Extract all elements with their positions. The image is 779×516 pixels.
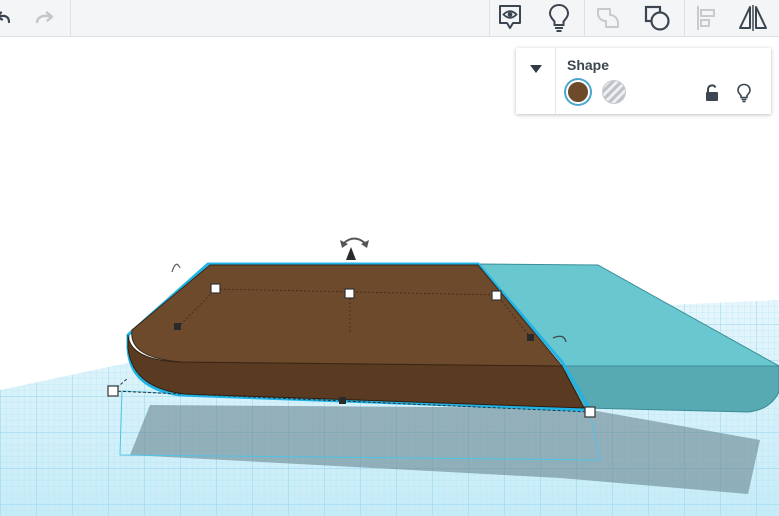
group-button[interactable] [590,0,626,36]
resize-handle[interactable] [107,385,119,397]
resize-handle[interactable] [491,290,502,301]
edge-handle[interactable] [339,397,346,404]
ungroup-shape-icon [644,5,670,31]
unlock-icon [706,84,718,101]
redo-button[interactable] [32,0,58,36]
align-button[interactable] [692,0,720,36]
redo-icon [35,11,54,24]
solid-color-swatch[interactable] [566,80,590,104]
toolbar-divider [489,0,490,36]
show-all-button[interactable] [541,0,577,36]
edge-handle[interactable] [174,323,181,330]
toolbar-divider [684,0,685,36]
rotate-handle[interactable] [171,263,181,273]
panel-collapse-button[interactable] [516,48,556,114]
group-shape-icon [597,8,619,28]
undo-icon [0,11,11,24]
mirror-icon [739,5,767,31]
mirror-button[interactable] [735,0,771,36]
undo-button[interactable] [0,0,16,36]
lightbulb-icon [737,83,751,103]
top-toolbar [0,0,779,37]
toolbar-divider [70,0,71,36]
hole-swatch[interactable] [602,80,626,104]
resize-handle[interactable] [344,288,355,299]
rotate-handle[interactable] [340,237,369,249]
panel-title: Shape [567,57,610,73]
ungroup-button[interactable] [638,0,676,36]
eye-speech-icon [499,5,521,29]
resize-handle[interactable] [584,406,596,418]
edge-handle[interactable] [527,334,534,341]
view-comments-button[interactable] [492,0,528,36]
visibility-button[interactable] [734,82,754,104]
align-icon [697,6,715,30]
lock-button[interactable] [702,82,722,104]
resize-handle[interactable] [210,283,221,294]
caret-down-icon [529,65,542,73]
shape-inspector-panel: Shape [516,48,771,114]
toolbar-divider [584,0,585,36]
lift-handle[interactable] [346,247,356,260]
lightbulb-icon [548,3,570,32]
